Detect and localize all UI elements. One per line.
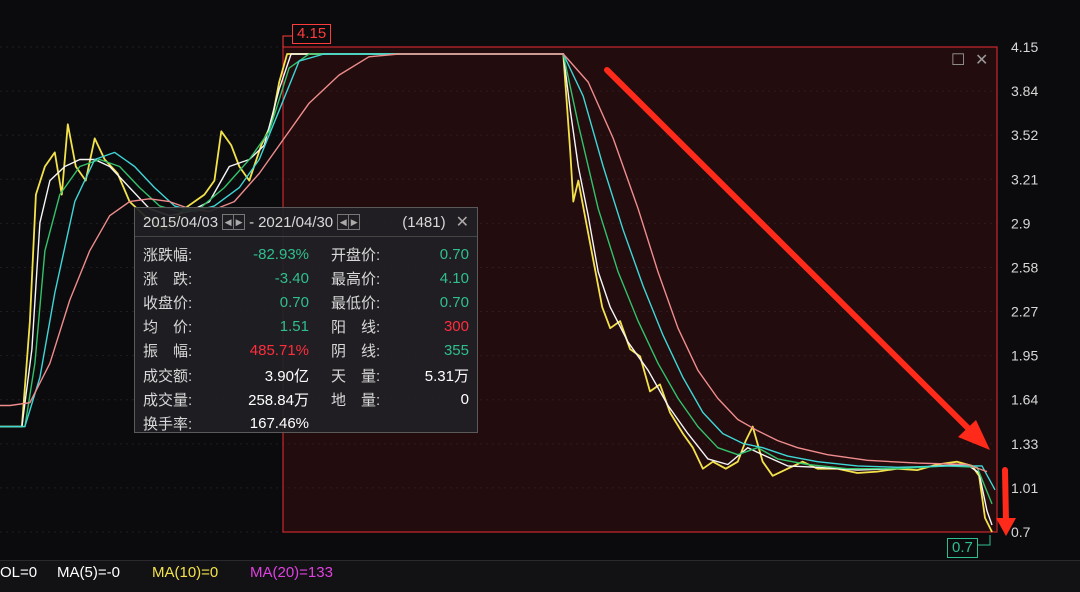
maximize-icon[interactable]: ☐	[951, 53, 965, 69]
indicator-bar: OL=0 MA(5)=-0 MA(10)=0 MA(20)=133	[0, 560, 1080, 592]
close-icon[interactable]: ✕	[975, 53, 988, 69]
stat-value: 1.51	[279, 318, 309, 336]
low-price-marker: 0.7	[947, 538, 978, 558]
y-tick-label: 1.64	[1011, 392, 1038, 408]
date-from: 2015/04/03	[143, 213, 219, 231]
range-stats-popup: 2015/04/03 ◀ ▶ - 2021/04/30 ◀ ▶ (1481) ✕ 涨…	[134, 207, 478, 433]
popup-header: 2015/04/03 ◀ ▶ - 2021/04/30 ◀ ▶ (1481) ✕	[135, 208, 477, 237]
prev-icon[interactable]: ◀	[338, 215, 348, 229]
indicator-ma5: MA(5)=-0	[57, 564, 120, 581]
y-tick-label: 2.9	[1011, 215, 1031, 231]
stat-label: 开盘价:	[331, 246, 381, 264]
stat-value: 167.46%	[249, 414, 309, 432]
high-marker-leader	[282, 35, 292, 47]
stat-label: 收盘价:	[143, 294, 193, 312]
stat-value: 0.70	[439, 293, 469, 311]
stats-rows: 涨跌幅: -82.93% 开盘价: 0.70 涨 跌: -3.40 最高价: 4.10 收盘价:…	[143, 242, 469, 436]
stat-value: 4.10	[439, 269, 469, 287]
high-price-marker: 4.15	[292, 24, 332, 44]
stat-value: 0	[460, 390, 469, 408]
date-from-stepper[interactable]: ◀ ▶	[222, 214, 246, 230]
date-separator: -	[249, 213, 255, 231]
stat-value: 5.31万	[424, 367, 469, 385]
stat-value: 300	[443, 318, 469, 336]
y-axis: 4.15 3.84 3.52 3.21 2.9 2.58 2.27 1.95 1.64 1.33 1…	[1011, 39, 1038, 540]
y-tick-label: 1.95	[1011, 348, 1038, 364]
y-tick-label: 1.01	[1011, 480, 1038, 496]
stats-row: 成交量: 258.84万 地 量: 0	[143, 387, 469, 411]
stats-row: 振 幅: 485.71% 阴 线: 355	[143, 339, 469, 363]
low-marker-leader	[978, 535, 991, 546]
date-to: 2021/04/30	[258, 213, 334, 231]
bar-count: (1481)	[402, 213, 446, 231]
y-tick-label: 1.33	[1011, 436, 1038, 452]
stat-label: 成交额:	[143, 367, 193, 385]
indicator-ma20: MA(20)=133	[250, 564, 333, 581]
stats-row: 成交额: 3.90亿 天 量: 5.31万	[143, 363, 469, 387]
stat-label: 涨 跌:	[143, 270, 193, 288]
popup-close-icon[interactable]: ✕	[456, 212, 469, 232]
y-tick-label: 3.21	[1011, 171, 1038, 187]
stat-label: 阳 线:	[331, 319, 381, 337]
stat-value: 485.71%	[249, 342, 309, 360]
indicator-vol: OL=0	[0, 564, 38, 581]
next-icon[interactable]: ▶	[233, 215, 244, 229]
stat-value: 3.90亿	[264, 367, 309, 385]
stats-row: 涨跌幅: -82.93% 开盘价: 0.70	[143, 242, 469, 266]
stat-value: 0.70	[439, 245, 469, 263]
stat-label: 涨跌幅:	[143, 246, 193, 264]
stats-row: 涨 跌: -3.40 最高价: 4.10	[143, 266, 469, 290]
indicator-ma10: MA(10)=0	[152, 564, 219, 581]
stat-label: 均 价:	[143, 319, 193, 337]
stat-label: 最高价:	[331, 270, 381, 288]
stat-label: 换手率:	[143, 415, 193, 433]
stat-label: 成交量:	[143, 391, 193, 409]
stats-row: 均 价: 1.51 阳 线: 300	[143, 315, 469, 339]
prev-icon[interactable]: ◀	[223, 215, 233, 229]
stat-label: 天 量:	[331, 367, 381, 385]
y-tick-label: 4.15	[1011, 39, 1038, 55]
y-tick-label: 2.27	[1011, 304, 1038, 320]
stat-value: 258.84万	[248, 391, 309, 409]
stats-row: 收盘价: 0.70 最低价: 0.70	[143, 290, 469, 314]
y-tick-label: 3.84	[1011, 83, 1038, 99]
stat-value: -82.93%	[253, 245, 309, 263]
stat-label: 最低价:	[331, 294, 381, 312]
stat-label: 振 幅:	[143, 343, 193, 361]
y-tick-label: 0.7	[1011, 524, 1031, 540]
stat-label: 阴 线:	[331, 343, 381, 361]
date-to-stepper[interactable]: ◀ ▶	[337, 214, 361, 230]
y-tick-label: 3.52	[1011, 127, 1038, 143]
stat-value: 355	[443, 342, 469, 360]
stat-value: 0.70	[279, 293, 309, 311]
y-tick-label: 2.58	[1011, 259, 1038, 275]
stat-label: 地 量:	[331, 391, 381, 409]
stats-row: 换手率: 167.46%	[143, 411, 469, 435]
next-icon[interactable]: ▶	[348, 215, 359, 229]
stat-value: -3.40	[274, 269, 309, 287]
